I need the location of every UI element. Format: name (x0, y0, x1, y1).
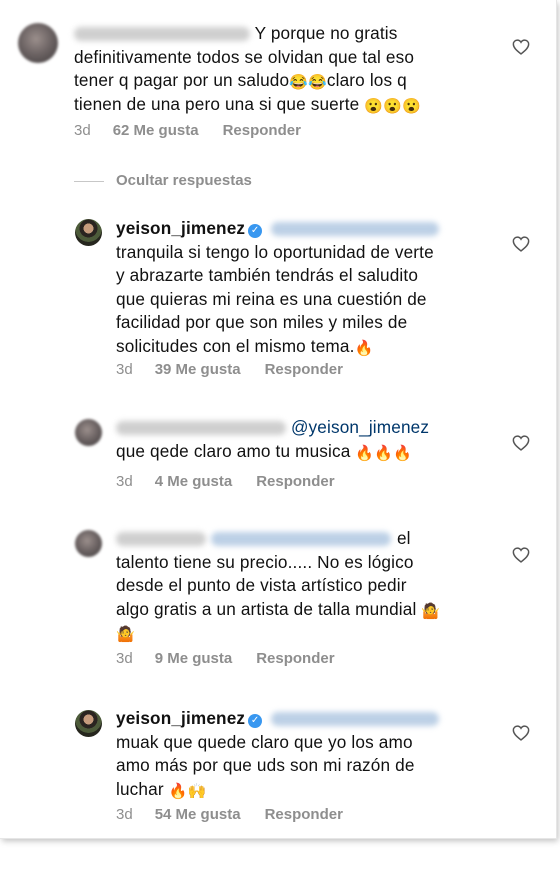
reply-button[interactable]: Responder (256, 473, 334, 490)
timestamp[interactable]: 3d (116, 473, 133, 490)
reply-button[interactable]: Responder (223, 122, 301, 139)
fire-emoji-icon: 🔥 (354, 339, 374, 357)
timestamp[interactable]: 3d (116, 650, 133, 667)
username-redacted[interactable] (116, 532, 206, 547)
username[interactable]: yeison_jimenez (116, 708, 245, 728)
divider (74, 181, 104, 182)
verified-badge-icon: ✓ (248, 714, 263, 728)
avatar[interactable] (18, 23, 58, 63)
likes-count[interactable]: 39 Me gusta (155, 361, 241, 378)
mention-redacted[interactable] (271, 222, 440, 237)
avatar[interactable] (75, 219, 102, 246)
comment-text: @yeison_jimenez que qede claro amo tu mu… (116, 417, 430, 462)
reply-button[interactable]: Responder (265, 806, 343, 823)
mention-link[interactable]: @yeison_jimenez (291, 417, 429, 437)
comment-text: el talento tiene su precio..... No es ló… (116, 528, 441, 643)
joy-emoji-icon: 😂😂 (289, 74, 327, 91)
avatar[interactable] (75, 710, 102, 737)
mention-redacted[interactable] (210, 532, 391, 547)
comment-meta: 3d 54 Me gusta Responder (116, 806, 367, 823)
likes-count[interactable]: 4 Me gusta (155, 473, 233, 490)
timestamp[interactable]: 3d (74, 122, 91, 139)
fire-hands-emoji-icon: 🔥🙌 (168, 782, 207, 800)
shrug-emoji-icon: 🤷 (116, 626, 135, 643)
username[interactable]: yeison_jimenez (116, 218, 245, 238)
likes-count[interactable]: 62 Me gusta (113, 122, 199, 139)
heart-icon[interactable] (512, 435, 530, 451)
username-redacted[interactable] (74, 27, 250, 42)
timestamp[interactable]: 3d (116, 806, 133, 823)
comment-text: Y porque no gratis definitivamente todos… (74, 23, 421, 115)
comment-meta: 3d 4 Me gusta Responder (116, 473, 359, 490)
verified-badge-icon: ✓ (248, 224, 263, 238)
heart-icon[interactable] (512, 39, 530, 55)
avatar[interactable] (75, 530, 102, 557)
mention-redacted[interactable] (271, 712, 440, 727)
heart-icon[interactable] (512, 547, 530, 563)
comment-text: yeison_jimenez ✓ tranquila si tengo lo op… (116, 217, 516, 358)
likes-count[interactable]: 9 Me gusta (155, 650, 233, 667)
heart-icon[interactable] (512, 236, 530, 252)
comment-meta: 3d 62 Me gusta Responder (74, 122, 325, 139)
heart-icon[interactable] (512, 725, 530, 741)
reply-button[interactable]: Responder (265, 361, 343, 378)
fire-emoji-icon: 🔥🔥🔥 (355, 444, 412, 462)
likes-count[interactable]: 54 Me gusta (155, 806, 241, 823)
comment-meta: 3d 9 Me gusta Responder (116, 650, 359, 667)
username-redacted[interactable] (116, 421, 286, 436)
comments-card: Y porque no gratis definitivamente todos… (0, 0, 556, 838)
shrug-emoji-icon: 🤷 (421, 602, 441, 620)
avatar[interactable] (75, 419, 102, 446)
astonished-emoji-icon: 😮😮😮 (364, 97, 421, 115)
reply-button[interactable]: Responder (256, 650, 334, 667)
hide-replies-button[interactable]: Ocultar respuestas (74, 172, 252, 189)
timestamp[interactable]: 3d (116, 361, 133, 378)
comment-meta: 3d 39 Me gusta Responder (116, 361, 367, 378)
comment-text: yeison_jimenez ✓ muak que quede claro que… (116, 707, 516, 801)
